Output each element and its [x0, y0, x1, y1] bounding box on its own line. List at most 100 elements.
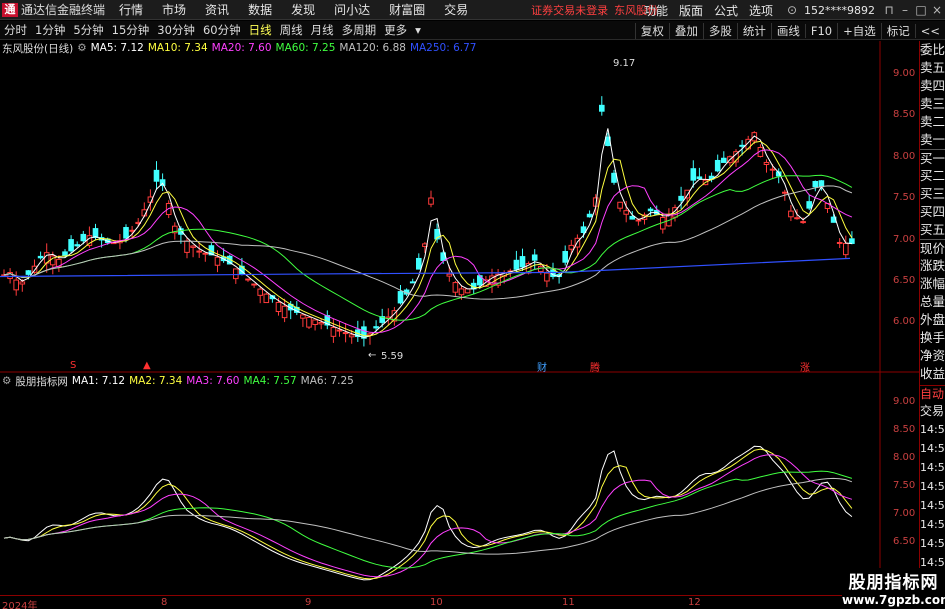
- price-axis-label: 6.50: [893, 275, 916, 286]
- event-marker-soar[interactable]: 腾: [590, 359, 600, 374]
- candle: [623, 200, 630, 223]
- ma250-line: [0, 257, 851, 278]
- period-daily[interactable]: 日线: [245, 22, 276, 38]
- user-icon[interactable]: ⊙: [784, 3, 800, 17]
- quote-side-panel: 委比 卖五 卖四 卖三 卖二 卖一 买一 买二 买三 买四 买五 现价 涨跌 涨…: [919, 41, 945, 411]
- candle: [568, 239, 575, 255]
- event-marker-triangle-icon[interactable]: ▲: [143, 360, 151, 371]
- side-item-buy5: 买五: [920, 222, 945, 237]
- draw-line-button[interactable]: 画线: [770, 22, 805, 39]
- candle: [330, 318, 337, 343]
- menu-market[interactable]: 市场: [162, 1, 186, 18]
- minimize-icon[interactable]: –: [897, 3, 913, 17]
- chevron-down-icon[interactable]: ▾: [411, 23, 425, 37]
- menu-functions[interactable]: 功能: [644, 2, 668, 19]
- period-more[interactable]: 更多: [380, 22, 411, 38]
- add-watchlist-button[interactable]: +自选: [837, 22, 881, 39]
- trade-time: 14:56: [920, 461, 945, 474]
- side-item-buy1: 买一: [920, 149, 945, 166]
- candle: [788, 205, 794, 222]
- candle: [361, 320, 367, 347]
- candle: [324, 310, 331, 330]
- side-item-net-assets: 净资: [920, 348, 945, 363]
- menu-market-quotes[interactable]: 行情: [119, 1, 143, 18]
- overlay-button[interactable]: 叠加: [668, 22, 703, 39]
- candle: [312, 319, 318, 331]
- period-5min[interactable]: 5分钟: [69, 22, 107, 38]
- period-30min[interactable]: 30分钟: [153, 22, 199, 38]
- candle: [306, 316, 312, 329]
- auto-toggle[interactable]: 自动: [920, 386, 945, 403]
- candle: [7, 268, 13, 284]
- date-label: 12: [688, 597, 701, 608]
- mark-button[interactable]: 标记: [880, 22, 915, 39]
- date-label: 10: [430, 597, 443, 608]
- legend-ma2: MA2: 7.34: [129, 375, 183, 387]
- user-account[interactable]: 152****9892: [804, 4, 875, 17]
- period-monthly[interactable]: 月线: [307, 22, 338, 38]
- event-marker-finance[interactable]: 财: [537, 359, 547, 374]
- candle: [416, 253, 422, 270]
- candle: [617, 201, 623, 212]
- indicator-title: 股朋指标网: [15, 375, 68, 388]
- multi-stock-button[interactable]: 多股: [702, 22, 737, 39]
- price-axis-label: 7.50: [893, 192, 916, 203]
- candle: [531, 249, 538, 270]
- candle: [843, 235, 849, 259]
- side-item-sell3: 卖三: [920, 96, 945, 111]
- side-item-earnings: 收益: [920, 366, 945, 381]
- candle: [355, 320, 361, 342]
- sub-axis-label: 8.50: [893, 424, 916, 435]
- legend-ma3: MA3: 7.60: [186, 375, 240, 387]
- trade-time: 14:56: [920, 537, 945, 550]
- close-icon[interactable]: ×: [929, 3, 945, 17]
- period-60min[interactable]: 60分钟: [199, 22, 245, 38]
- side-item-sell5: 卖五: [920, 60, 945, 75]
- adjust-button[interactable]: 复权: [634, 22, 669, 39]
- period-intraday[interactable]: 分时: [0, 22, 31, 38]
- candle: [190, 245, 196, 258]
- candle: [806, 194, 813, 211]
- trade-log-panel: 自动 交易 14:56 14:56 14:56 14:56 14:56 14:5…: [919, 385, 945, 595]
- period-1min[interactable]: 1分钟: [31, 22, 69, 38]
- menu-news[interactable]: 资讯: [205, 1, 229, 18]
- sub-axis-label: 8.00: [893, 452, 916, 463]
- restore-icon[interactable]: ⊓: [881, 3, 897, 17]
- candle: [202, 251, 209, 262]
- period-multi[interactable]: 多周期: [338, 22, 381, 38]
- candle: [763, 159, 770, 173]
- candle: [397, 285, 404, 305]
- candle: [245, 278, 251, 282]
- candle: [647, 206, 654, 217]
- period-weekly[interactable]: 周线: [276, 22, 307, 38]
- f10-button[interactable]: F10: [804, 23, 837, 38]
- menu-wealth-circle[interactable]: 财富圈: [389, 1, 425, 18]
- trade-time: 14:56: [920, 442, 945, 455]
- sub-axis-label: 9.00: [893, 396, 916, 407]
- kline-chart[interactable]: [0, 41, 919, 595]
- menu-trade[interactable]: 交易: [444, 1, 468, 18]
- ma60-line: [3, 174, 853, 321]
- menu-formula[interactable]: 公式: [714, 2, 738, 19]
- side-item-commission-ratio: 委比: [920, 42, 945, 57]
- menu-data[interactable]: 数据: [248, 1, 272, 18]
- app-logo-icon: 通: [2, 2, 18, 17]
- date-axis: 2024年 8 9 10 11 12: [0, 595, 880, 609]
- menu-discover[interactable]: 发现: [291, 1, 315, 18]
- legend-ma4: MA4: 7.57: [243, 375, 297, 387]
- statistics-button[interactable]: 统计: [736, 22, 771, 39]
- collapse-panel-button[interactable]: <<: [914, 23, 945, 38]
- side-item-sell1: 卖一: [920, 132, 945, 147]
- maximize-icon[interactable]: □: [913, 3, 929, 17]
- watermark-url: www.7gpzb.com: [842, 593, 945, 607]
- menu-ask-xiaoda[interactable]: 问小达: [334, 1, 370, 18]
- settings-icon[interactable]: ⚙: [2, 375, 11, 387]
- candle: [159, 173, 166, 191]
- trade-time: 14:56: [920, 499, 945, 512]
- event-marker-s[interactable]: S: [70, 360, 76, 371]
- trade-login-warning[interactable]: 证券交易未登录: [531, 2, 608, 18]
- menu-options[interactable]: 选项: [749, 2, 773, 19]
- period-15min[interactable]: 15分钟: [108, 22, 154, 38]
- menu-layout[interactable]: 版面: [679, 2, 703, 19]
- event-marker-rise[interactable]: 涨: [800, 359, 810, 374]
